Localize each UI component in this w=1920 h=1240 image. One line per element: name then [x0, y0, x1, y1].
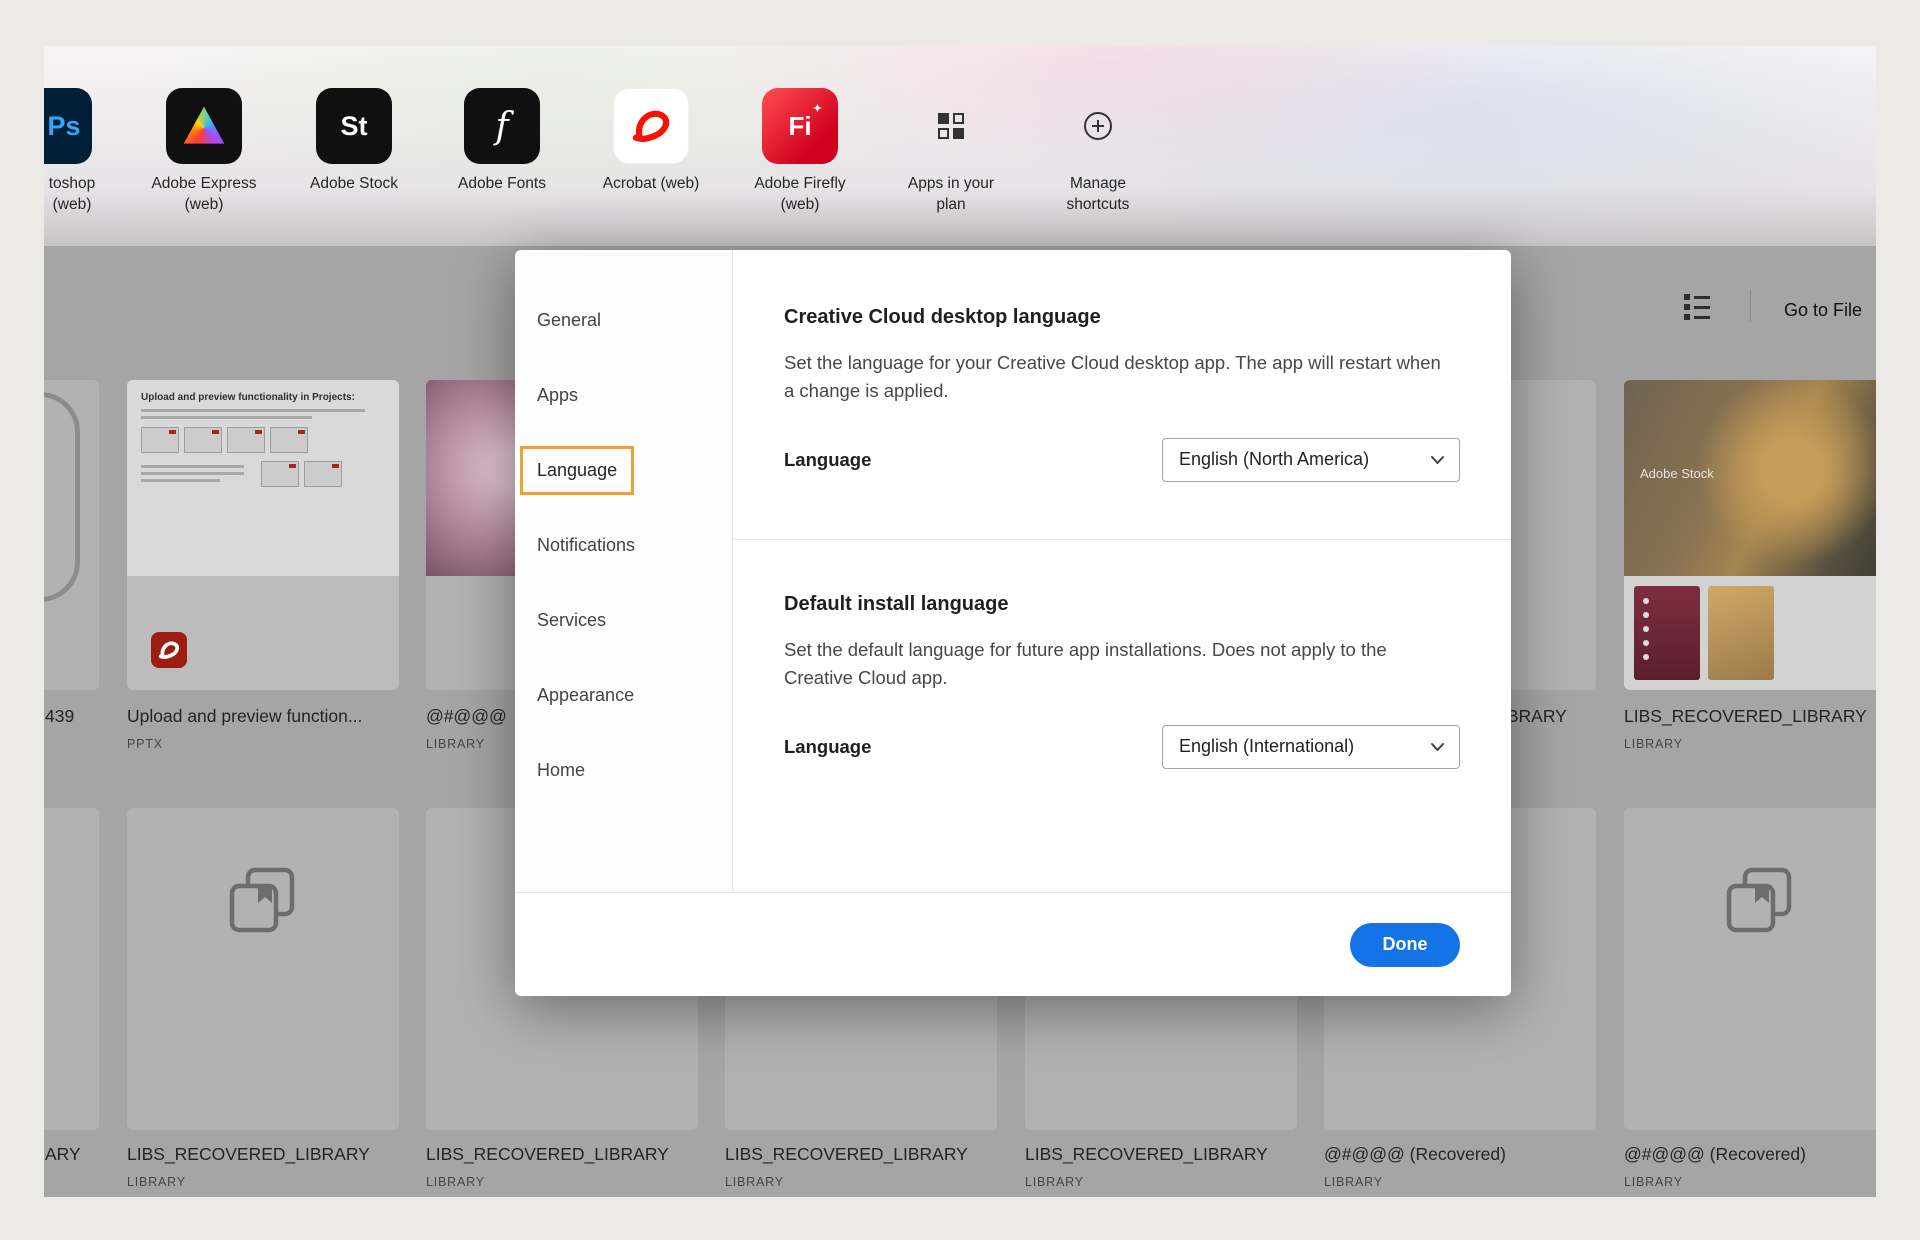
app-tile-adobe-fonts[interactable]: f Adobe Fonts [427, 88, 577, 195]
card-subtitle: LIBRARY [1025, 1175, 1297, 1189]
apps-in-your-plan-button[interactable]: Apps in yourplan [876, 88, 1026, 216]
app-tile-label: Adobe Firefly(web) [725, 174, 875, 216]
card-title: 439 [44, 706, 99, 727]
sidebar-item-home[interactable]: Home [515, 733, 732, 808]
card-title: LIBS_RECOVERED_LIBRARY [1025, 1144, 1297, 1165]
adobe-express-icon [166, 88, 242, 164]
desktop-language-select[interactable]: English (North America) [1162, 438, 1460, 482]
app-tile-adobe-stock[interactable]: St Adobe Stock [279, 88, 429, 195]
chevron-down-icon [1430, 455, 1445, 465]
toolbar-divider [1750, 290, 1751, 322]
app-tile-label: Adobe Express(web) [129, 174, 279, 216]
install-language-select[interactable]: English (International) [1162, 725, 1460, 769]
section-title: Default install language [784, 539, 1460, 616]
card-subtitle: LIBRARY [1324, 1175, 1596, 1189]
library-previews [1624, 576, 1876, 690]
template-outline-icon [44, 392, 80, 602]
language-label: Language [784, 736, 871, 758]
section-title: Creative Cloud desktop language [784, 250, 1460, 329]
selected-value: English (North America) [1179, 449, 1369, 470]
card-title: LIBS_RECOVERED_LIBRARY [127, 1144, 399, 1165]
acrobat-badge-icon [151, 632, 187, 668]
chevron-down-icon [1430, 742, 1445, 752]
sidebar-item-language[interactable]: Language [515, 433, 732, 508]
card-subtitle: LIBRARY [725, 1175, 997, 1189]
app-tile-label: Manageshortcuts [1023, 174, 1173, 216]
grid-card[interactable]: @#@@@ (Recovered) LIBRARY [1624, 808, 1876, 1189]
grid-card[interactable]: Upload and preview functionality in Proj… [127, 380, 399, 751]
sidebar-item-general[interactable]: General [515, 283, 732, 358]
sidebar-item-notifications[interactable]: Notifications [515, 508, 732, 583]
sidebar-item-appearance[interactable]: Appearance [515, 658, 732, 733]
language-label: Language [784, 449, 871, 471]
card-title: Upload and preview function... [127, 706, 399, 727]
app-tile-acrobat-web[interactable]: Acrobat (web) [576, 88, 726, 195]
card-title: LIBS_RECOVERED_LIBRARY [1624, 706, 1876, 727]
manage-shortcuts-button[interactable]: Manageshortcuts [1023, 88, 1173, 216]
library-stack-icon [1721, 864, 1799, 942]
adobe-firefly-icon: Fi ✦ [762, 88, 838, 164]
card-title: ARY [44, 1144, 99, 1165]
photoshop-icon: Ps [44, 88, 92, 164]
plus-circle-icon [1060, 88, 1136, 164]
firefly-star-icon: ✦ [813, 102, 822, 115]
card-subtitle: PPTX [127, 737, 399, 751]
card-title: LIBS_RECOVERED_LIBRARY [725, 1144, 997, 1165]
selected-value: English (International) [1179, 736, 1354, 757]
app-tile-adobe-express-web[interactable]: Adobe Express(web) [129, 88, 279, 216]
apps-grid-icon [913, 88, 989, 164]
preferences-dialog: General Apps Language Notifications Serv… [515, 250, 1511, 996]
app-tile-label: Adobe Fonts [427, 174, 577, 195]
thumb-doc-title: Upload and preview functionality in Proj… [141, 392, 385, 405]
app-tile-label: Apps in yourplan [876, 174, 1026, 216]
adobe-stock-icon: St [316, 88, 392, 164]
grid-card[interactable]: Adobe Stock LIBS_RECOVERED_LIBRARY LIBRA… [1624, 380, 1876, 751]
section-description: Set the language for your Creative Cloud… [784, 349, 1444, 405]
app-tile-photoshop-web[interactable]: Ps toshop(web) [44, 88, 129, 216]
adobe-stock-watermark: Adobe Stock [1640, 466, 1714, 481]
card-title: @#@@@ (Recovered) [1624, 1144, 1876, 1165]
done-button[interactable]: Done [1350, 923, 1460, 967]
preferences-sidebar: General Apps Language Notifications Serv… [515, 250, 733, 892]
grid-card[interactable]: 439 [44, 380, 99, 737]
dialog-footer: Done [515, 892, 1511, 996]
card-subtitle: LIBRARY [127, 1175, 399, 1189]
library-stack-icon [224, 864, 302, 942]
sidebar-item-apps[interactable]: Apps [515, 358, 732, 433]
app-tile-adobe-firefly-web[interactable]: Fi ✦ Adobe Firefly(web) [725, 88, 875, 216]
card-subtitle: LIBRARY [426, 1175, 698, 1189]
lion-thumbnail: Adobe Stock [1624, 380, 1876, 576]
sidebar-item-services[interactable]: Services [515, 583, 732, 658]
card-subtitle: LIBRARY [1624, 1175, 1876, 1189]
grid-card[interactable]: ARY [44, 808, 99, 1175]
grid-card[interactable]: LIBS_RECOVERED_LIBRARY LIBRARY [127, 808, 399, 1189]
pptx-thumbnail: Upload and preview functionality in Proj… [127, 380, 399, 576]
acrobat-icon [613, 88, 689, 164]
list-view-button[interactable] [1684, 294, 1710, 320]
section-description: Set the default language for future app … [784, 636, 1444, 692]
card-title: LIBS_RECOVERED_LIBRARY [426, 1144, 698, 1165]
app-header: Ps toshop(web) Adobe Express(web) St Ado… [44, 46, 1876, 246]
app-tile-label: Adobe Stock [279, 174, 429, 195]
card-title: @#@@@ (Recovered) [1324, 1144, 1596, 1165]
go-to-files-link[interactable]: Go to File [1784, 300, 1862, 321]
card-subtitle: LIBRARY [1624, 737, 1876, 751]
adobe-fonts-icon: f [464, 88, 540, 164]
app-tile-label: Acrobat (web) [576, 174, 726, 195]
preferences-content: Creative Cloud desktop language Set the … [733, 250, 1511, 892]
